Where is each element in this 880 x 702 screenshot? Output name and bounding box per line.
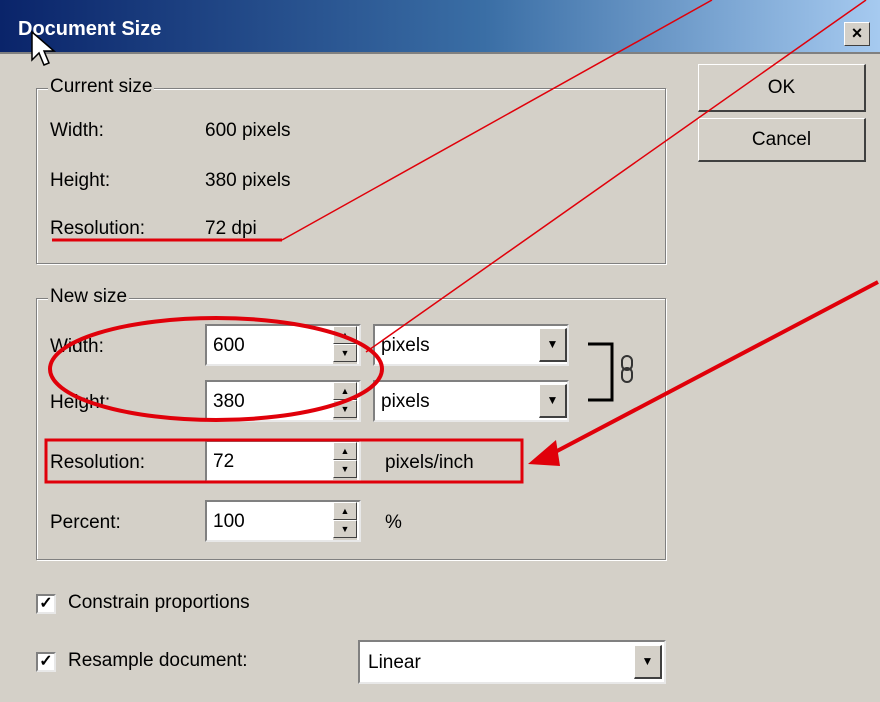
current-width-label: Width: [50,120,104,141]
resolution-unit: pixels/inch [385,452,474,473]
current-resolution-value: 72 dpi [205,218,257,239]
constrain-checkbox[interactable]: ✓ [36,594,56,614]
constrain-label[interactable]: Constrain proportions [68,592,250,614]
spin-down-icon[interactable]: ▼ [333,460,357,478]
new-width-label: Width: [50,336,104,357]
dropdown-arrow-icon[interactable]: ▼ [539,384,567,418]
new-size-legend: New size [48,286,130,308]
checkmark-icon: ✓ [39,595,53,612]
percent-label: Percent: [50,512,121,533]
spin-up-icon[interactable]: ▲ [333,442,357,460]
current-width-value: 600 pixels [205,120,291,141]
spin-up-icon[interactable]: ▲ [333,502,357,520]
dropdown-arrow-icon[interactable]: ▼ [634,645,662,679]
resample-method-value: Linear [368,652,421,673]
new-height-label: Height: [50,392,111,413]
percent-unit: % [385,512,402,533]
spin-up-icon[interactable]: ▲ [333,382,357,400]
spin-down-icon[interactable]: ▼ [333,400,357,418]
close-button[interactable]: × [844,22,870,46]
checkmark-icon: ✓ [39,653,53,670]
height-unit-value: pixels [381,391,430,412]
resolution-stepper[interactable]: ▲ ▼ [333,442,357,480]
cancel-button[interactable]: Cancel [698,118,866,162]
width-input-value: 600 [213,335,245,356]
height-unit-dropdown[interactable]: pixels ▼ [373,380,569,422]
width-stepper[interactable]: ▲ ▼ [333,326,357,364]
spin-up-icon[interactable]: ▲ [333,326,357,344]
current-height-value: 380 pixels [205,170,291,191]
chain-link-icon[interactable] [618,354,636,386]
resample-label[interactable]: Resample document: [68,650,248,672]
percent-input-value: 100 [213,511,245,532]
spin-down-icon[interactable]: ▼ [333,520,357,538]
height-input-value: 380 [213,391,245,412]
dropdown-arrow-icon[interactable]: ▼ [539,328,567,362]
mouse-pointer-icon [31,30,57,66]
current-resolution-label: Resolution: [50,218,146,239]
spin-down-icon[interactable]: ▼ [333,344,357,362]
resolution-input-value: 72 [213,451,235,472]
current-height-label: Height: [50,170,111,191]
percent-stepper[interactable]: ▲ ▼ [333,502,357,540]
ok-button[interactable]: OK [698,64,866,112]
new-resolution-label: Resolution: [50,452,146,473]
height-stepper[interactable]: ▲ ▼ [333,382,357,420]
resample-checkbox[interactable]: ✓ [36,652,56,672]
width-unit-dropdown[interactable]: pixels ▼ [373,324,569,366]
width-unit-value: pixels [381,335,430,356]
resample-method-dropdown[interactable]: Linear ▼ [358,640,666,684]
current-size-legend: Current size [48,76,155,98]
